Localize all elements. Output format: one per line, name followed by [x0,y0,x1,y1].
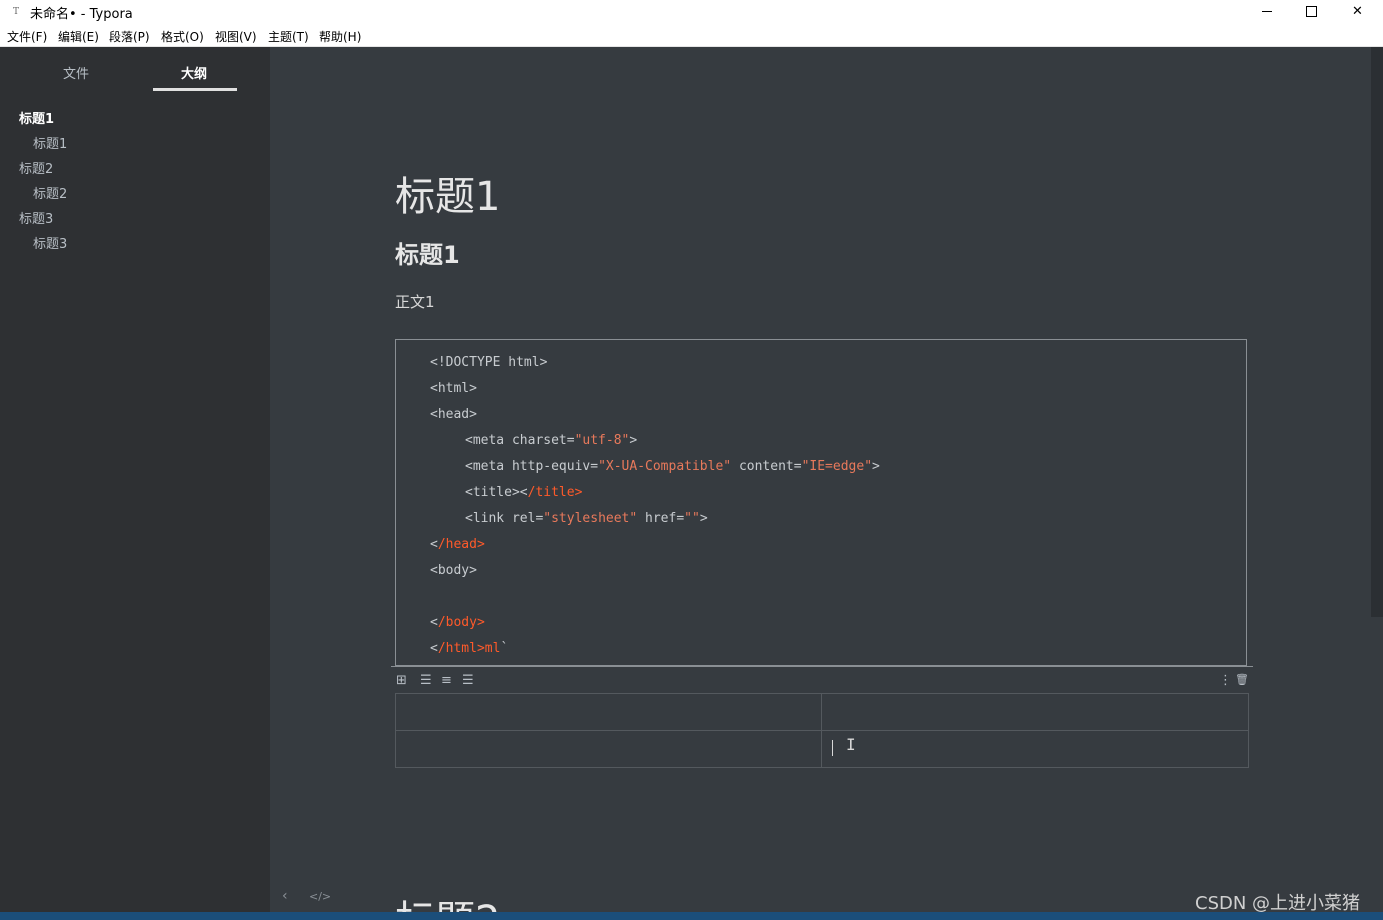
delete-table-icon[interactable]: 🗑 [1235,673,1249,686]
menu-edit[interactable]: 编辑(E) [58,28,99,45]
menu-view[interactable]: 视图(V) [215,28,257,45]
code-token: > [872,459,880,474]
code-token: < [430,537,438,552]
code-token: <head> [430,407,477,422]
code-token: /title> [527,485,583,500]
code-token: href= [637,511,685,526]
table-toolbar: ⊞ ☰ ≡ ☰ ⋮ 🗑 [391,666,1253,693]
code-line[interactable]: <head> [430,406,477,424]
code-line[interactable]: <title></title> [465,484,582,502]
table-row-divider [396,730,1248,731]
minimize-icon[interactable] [1245,0,1290,24]
code-line[interactable]: <meta http-equiv="X-UA-Compatible" conte… [465,458,880,476]
editor-scrollbar[interactable] [1371,47,1383,617]
code-token: <html> [430,381,477,396]
code-token: < [430,615,438,630]
align-center-icon[interactable]: ≡ [441,673,452,688]
code-line[interactable]: </body> [430,614,485,632]
code-token: "IE=edge" [801,459,873,474]
window-title: 未命名• - Typora [30,7,133,22]
menu-help[interactable]: 帮助(H) [319,28,361,45]
code-token: /html>ml [437,641,501,656]
menu-paragraph[interactable]: 段落(P) [109,28,150,45]
code-token: /body> [437,615,485,630]
markdown-table[interactable] [395,693,1249,768]
more-options-icon[interactable]: ⋮ [1219,673,1232,688]
outline-item-h2[interactable]: 标题2 [33,183,67,202]
heading-1[interactable]: 标题1 [395,164,500,222]
code-line[interactable]: <html> [430,380,477,398]
heading-2[interactable]: 标题1 [395,235,460,270]
table-grid-icon[interactable]: ⊞ [396,673,407,688]
outline-item-h2[interactable]: 标题3 [33,233,67,252]
menu-theme[interactable]: 主题(T) [268,28,309,45]
code-block[interactable]: <!DOCTYPE html> <html> <head> <meta charset… [395,339,1247,666]
code-token: <meta http-equiv= [465,459,599,474]
sidebar: 文件 大纲 标题1 标题1 标题2 标题2 标题3 标题3 [0,47,270,920]
align-left-icon[interactable]: ☰ [420,673,432,688]
code-token: <meta charset= [465,433,575,448]
typora-app-icon: T [12,7,19,17]
align-right-icon[interactable]: ☰ [462,673,474,688]
code-token: > [699,511,708,526]
code-token: <body> [430,563,477,578]
ibeam-cursor-icon: I [846,735,856,754]
title-bar: T 未命名• - Typora ✕ [0,0,1383,24]
menu-bar: 文件(F) 编辑(E) 段落(P) 格式(O) 视图(V) 主题(T) 帮助(H… [0,24,1383,47]
code-token: "X-UA-Compatible" [598,459,732,474]
code-line[interactable]: <body> [430,562,477,580]
code-line[interactable]: </head> [430,536,485,554]
taskbar-strip [0,912,1383,920]
menu-file[interactable]: 文件(F) [7,28,47,45]
code-token: < [430,641,438,656]
active-tab-indicator [153,88,237,91]
outline-item-h1[interactable]: 标题1 [19,108,54,127]
maximize-icon[interactable] [1289,0,1334,24]
outline-item-h1[interactable]: 标题3 [19,208,53,227]
code-token: "utf-8" [574,433,630,448]
code-token: <link rel= [465,511,544,526]
chevron-left-icon[interactable]: ‹ [282,888,288,904]
text-cursor [832,740,833,756]
code-line[interactable]: <meta charset="utf-8"> [465,432,637,450]
code-token: /head> [437,537,485,552]
outline-item-h2[interactable]: 标题1 [33,133,67,152]
code-token: <title>< [465,485,528,500]
source-code-icon[interactable]: </> [309,890,331,903]
close-icon[interactable]: ✕ [1335,0,1380,24]
code-line[interactable]: <!DOCTYPE html> [430,354,547,372]
code-token: "stylesheet" [543,511,638,526]
code-token: content= [731,459,802,474]
code-line[interactable]: </html>ml` [430,640,508,658]
code-line[interactable]: <link rel="stylesheet" href=""> [465,510,708,528]
code-token: ` [500,641,509,656]
outline-item-h1[interactable]: 标题2 [19,158,53,177]
menu-format[interactable]: 格式(O) [161,28,204,45]
tab-files[interactable]: 文件 [63,63,89,82]
tab-outline[interactable]: 大纲 [181,63,207,82]
code-token: > [629,433,638,448]
paragraph[interactable]: 正文1 [395,291,435,312]
code-token: <!DOCTYPE html> [430,355,548,370]
code-token: "" [684,511,700,526]
